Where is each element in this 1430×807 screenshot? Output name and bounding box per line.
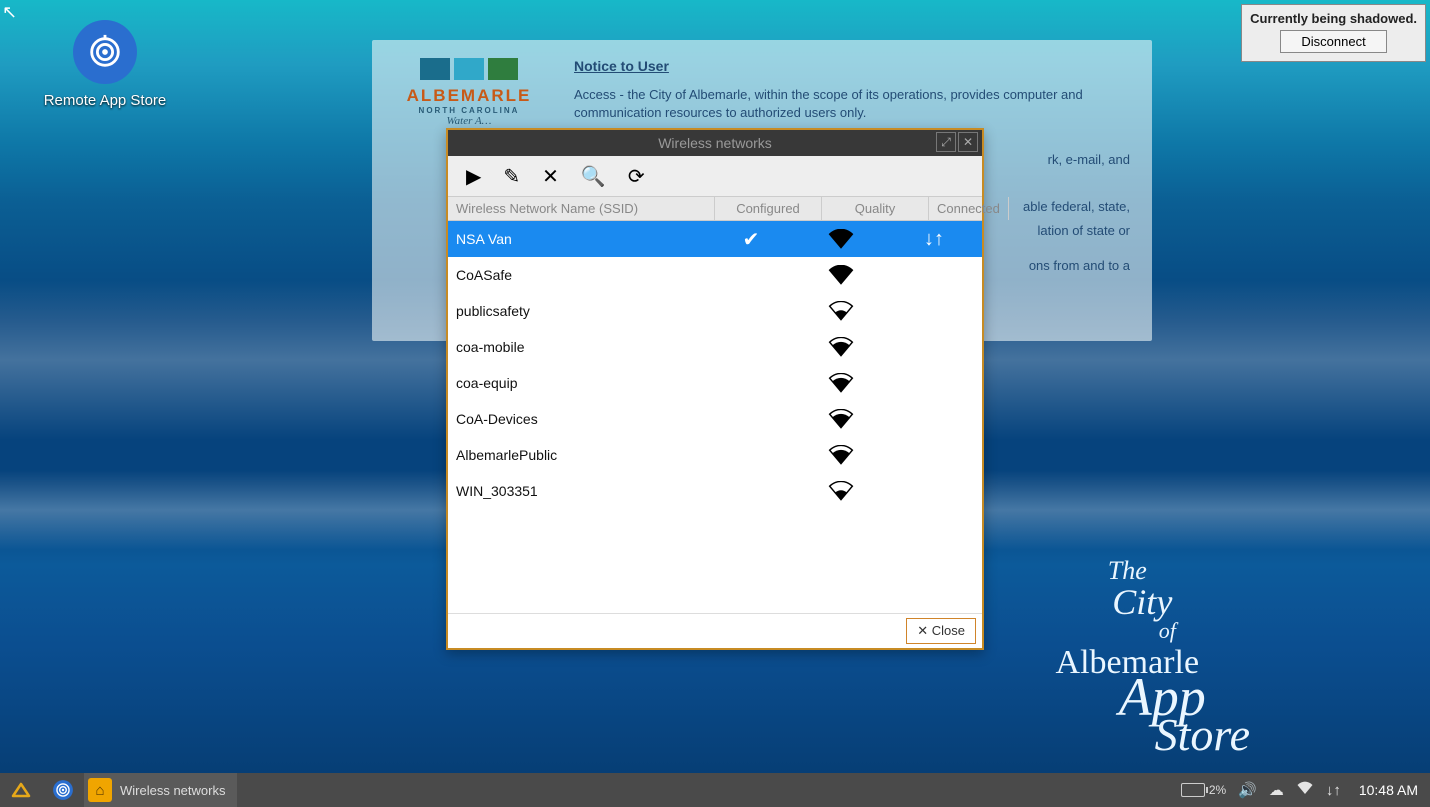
wifi-signal-icon <box>828 373 854 393</box>
notice-title: Notice to User <box>574 58 1130 74</box>
network-ssid: CoASafe <box>448 267 706 283</box>
network-quality <box>796 301 886 321</box>
maximize-icon[interactable]: ⤢ <box>936 132 956 152</box>
battery-icon <box>1181 783 1205 797</box>
taskbar-item-wireless[interactable]: ⌂ Wireless networks <box>84 773 237 807</box>
table-header: Wireless Network Name (SSID) Configured … <box>448 196 982 221</box>
volume-icon[interactable]: 🔊 <box>1238 781 1257 799</box>
network-ssid: coa-mobile <box>448 339 706 355</box>
network-row[interactable]: NSA Van✔ ↓↑ <box>448 221 982 257</box>
wifi-signal-icon <box>828 445 854 465</box>
network-ssid: publicsafety <box>448 303 706 319</box>
column-header-connected[interactable]: Connected <box>929 197 1009 220</box>
taskbar-app-store-icon[interactable] <box>42 773 84 807</box>
network-ssid: coa-equip <box>448 375 706 391</box>
play-icon[interactable]: ▶ <box>466 164 481 189</box>
window-titlebar[interactable]: Wireless networks ⤢ ✕ <box>448 130 982 156</box>
city-line: The <box>1005 558 1250 584</box>
notice-logo: ALBEMARLE NORTH CAROLINA Water A… <box>394 58 544 127</box>
toolbar: ▶ ✎ ✕ 🔍 ⟳ <box>448 156 982 196</box>
network-row[interactable]: WIN_303351 <box>448 473 982 509</box>
wifi-signal-icon <box>828 409 854 429</box>
column-header-quality[interactable]: Quality <box>822 197 929 220</box>
logo-flag-icon <box>454 58 484 80</box>
taskbar-item-label: Wireless networks <box>120 783 225 798</box>
shadow-text: Currently being shadowed. <box>1250 11 1417 26</box>
logo-flag-icon <box>488 58 518 80</box>
logo-subtext: NORTH CAROLINA <box>394 106 544 115</box>
network-quality <box>796 337 886 357</box>
window-footer: ✕ Close <box>448 613 982 648</box>
disconnect-button[interactable]: Disconnect <box>1280 30 1386 53</box>
taskbar: ⌂ Wireless networks 2% 🔊 ☁ ↓↑ 10:48 AM <box>0 773 1430 807</box>
logo-wordmark: ALBEMARLE <box>394 86 544 106</box>
wifi-signal-icon <box>828 301 854 321</box>
wifi-signal-icon <box>828 337 854 357</box>
city-line: Store <box>1155 712 1250 758</box>
mouse-cursor: ↖ <box>2 2 17 23</box>
network-ssid: NSA Van <box>448 231 706 247</box>
network-ssid: AlbemarlePublic <box>448 447 706 463</box>
wifi-signal-icon <box>828 481 854 501</box>
column-header-ssid[interactable]: Wireless Network Name (SSID) <box>448 197 715 220</box>
system-tray: 2% 🔊 ☁ ↓↑ 10:48 AM <box>1181 781 1430 799</box>
search-icon[interactable]: 🔍 <box>581 164 606 189</box>
delete-icon[interactable]: ✕ <box>542 164 559 189</box>
shadow-banner: Currently being shadowed. Disconnect <box>1241 4 1426 62</box>
column-header-configured[interactable]: Configured <box>715 197 822 220</box>
notice-paragraph: Access - the City of Albemarle, within t… <box>574 86 1130 121</box>
network-quality <box>796 409 886 429</box>
wifi-signal-icon <box>828 265 854 285</box>
city-branding: The City of Albemarle App Store <box>1005 558 1250 758</box>
logo-flag-icon <box>420 58 450 80</box>
network-row[interactable]: AlbemarlePublic <box>448 437 982 473</box>
wifi-icon[interactable] <box>1296 781 1314 799</box>
network-row[interactable]: publicsafety <box>448 293 982 329</box>
refresh-icon[interactable]: ⟳ <box>628 164 645 189</box>
app-store-icon <box>73 20 137 84</box>
network-quality <box>796 229 886 249</box>
wifi-signal-icon <box>828 229 854 249</box>
network-row[interactable]: CoA-Devices <box>448 401 982 437</box>
desktop-icon-label: Remote App Store <box>30 92 180 109</box>
battery-indicator[interactable]: 2% <box>1181 783 1226 797</box>
network-activity-icon[interactable]: ↓↑ <box>1326 782 1341 799</box>
network-ssid: CoA-Devices <box>448 411 706 427</box>
city-line: City <box>1035 584 1250 620</box>
network-quality <box>796 373 886 393</box>
network-connected: ↓↑ <box>886 228 982 251</box>
wireless-task-icon: ⌂ <box>88 778 112 802</box>
logo-script: Water A… <box>394 115 544 127</box>
battery-percentage: 2% <box>1209 783 1226 797</box>
network-row[interactable]: coa-equip <box>448 365 982 401</box>
network-ssid: WIN_303351 <box>448 483 706 499</box>
wireless-networks-window: Wireless networks ⤢ ✕ ▶ ✎ ✕ 🔍 ⟳ Wireless… <box>446 128 984 650</box>
network-quality <box>796 445 886 465</box>
network-row[interactable]: coa-mobile <box>448 329 982 365</box>
start-button[interactable] <box>0 773 42 807</box>
network-quality <box>796 481 886 501</box>
cloud-icon[interactable]: ☁ <box>1269 781 1284 799</box>
network-list: NSA Van✔ ↓↑ CoASafe publicsafety coa-mobile c… <box>448 221 982 613</box>
network-quality <box>796 265 886 285</box>
window-title: Wireless networks <box>448 135 982 151</box>
city-line: of <box>1085 620 1250 642</box>
clock[interactable]: 10:48 AM <box>1359 782 1418 798</box>
close-button[interactable]: ✕ Close <box>906 618 976 644</box>
desktop-icon-remote-app-store[interactable]: Remote App Store <box>30 20 180 109</box>
network-row[interactable]: CoASafe <box>448 257 982 293</box>
close-icon[interactable]: ✕ <box>958 132 978 152</box>
network-configured: ✔ <box>706 227 796 252</box>
edit-icon[interactable]: ✎ <box>503 164 520 189</box>
desktop: ↖ Remote App Store Currently being shado… <box>0 0 1430 807</box>
